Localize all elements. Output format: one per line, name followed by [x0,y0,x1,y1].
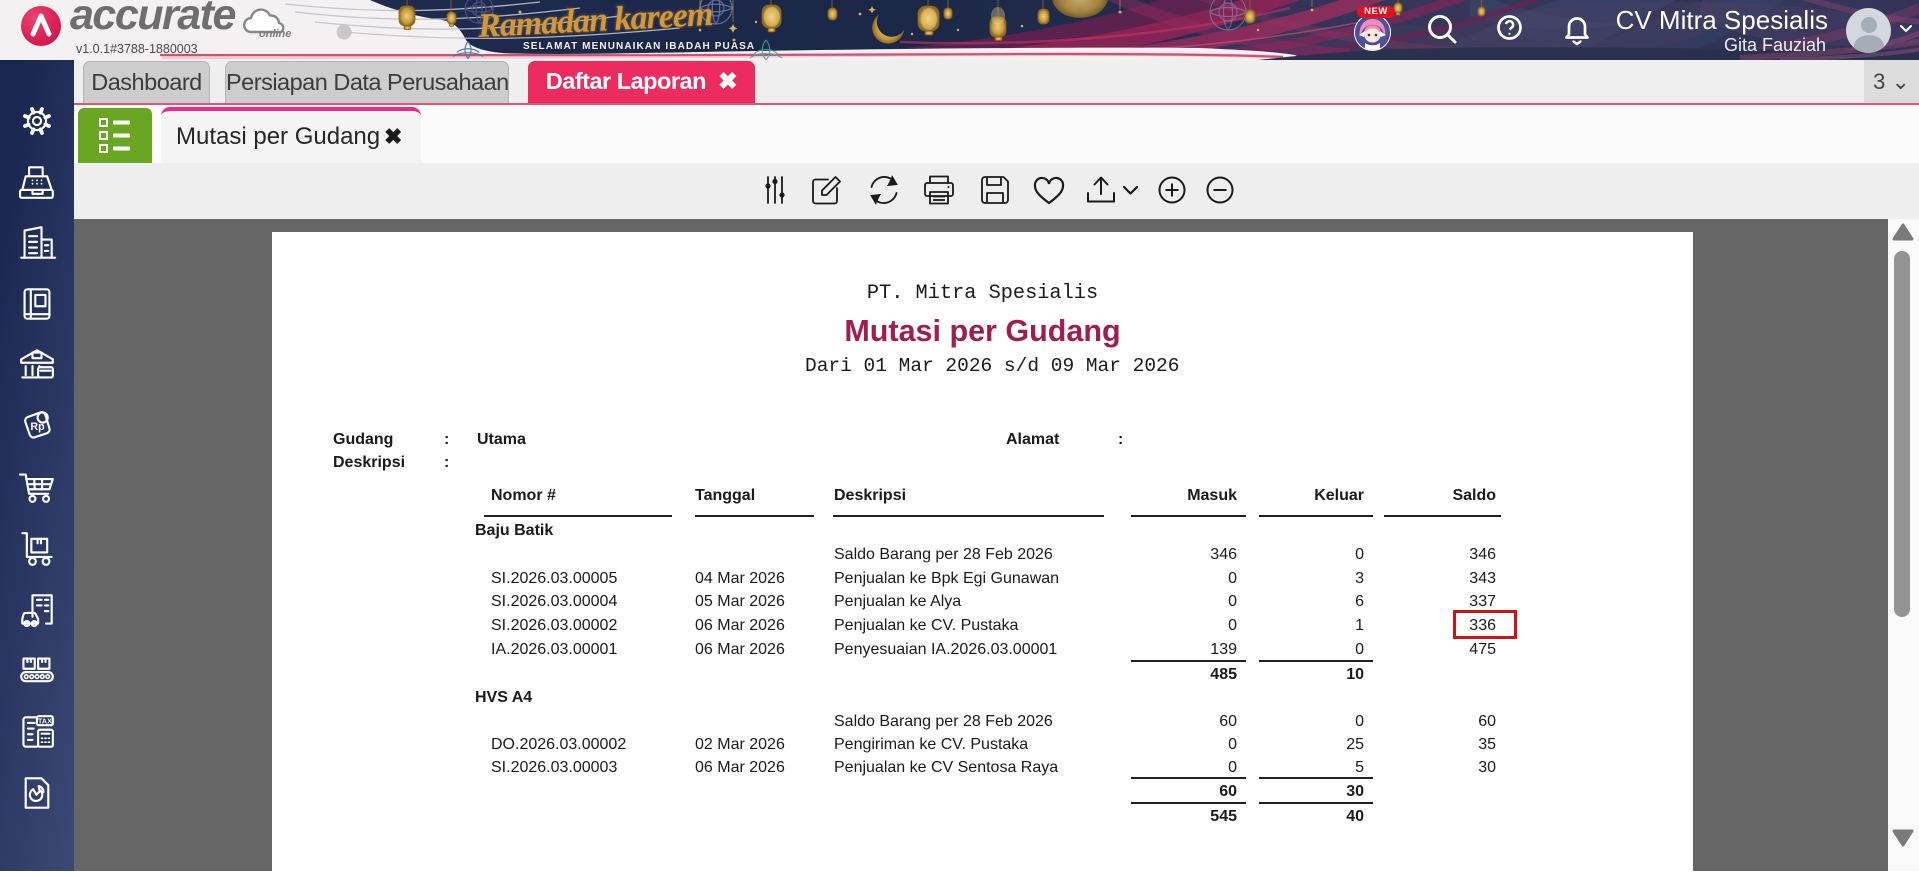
svg-text:Rp: Rp [30,421,45,433]
svg-text:TAX: TAX [38,717,52,726]
